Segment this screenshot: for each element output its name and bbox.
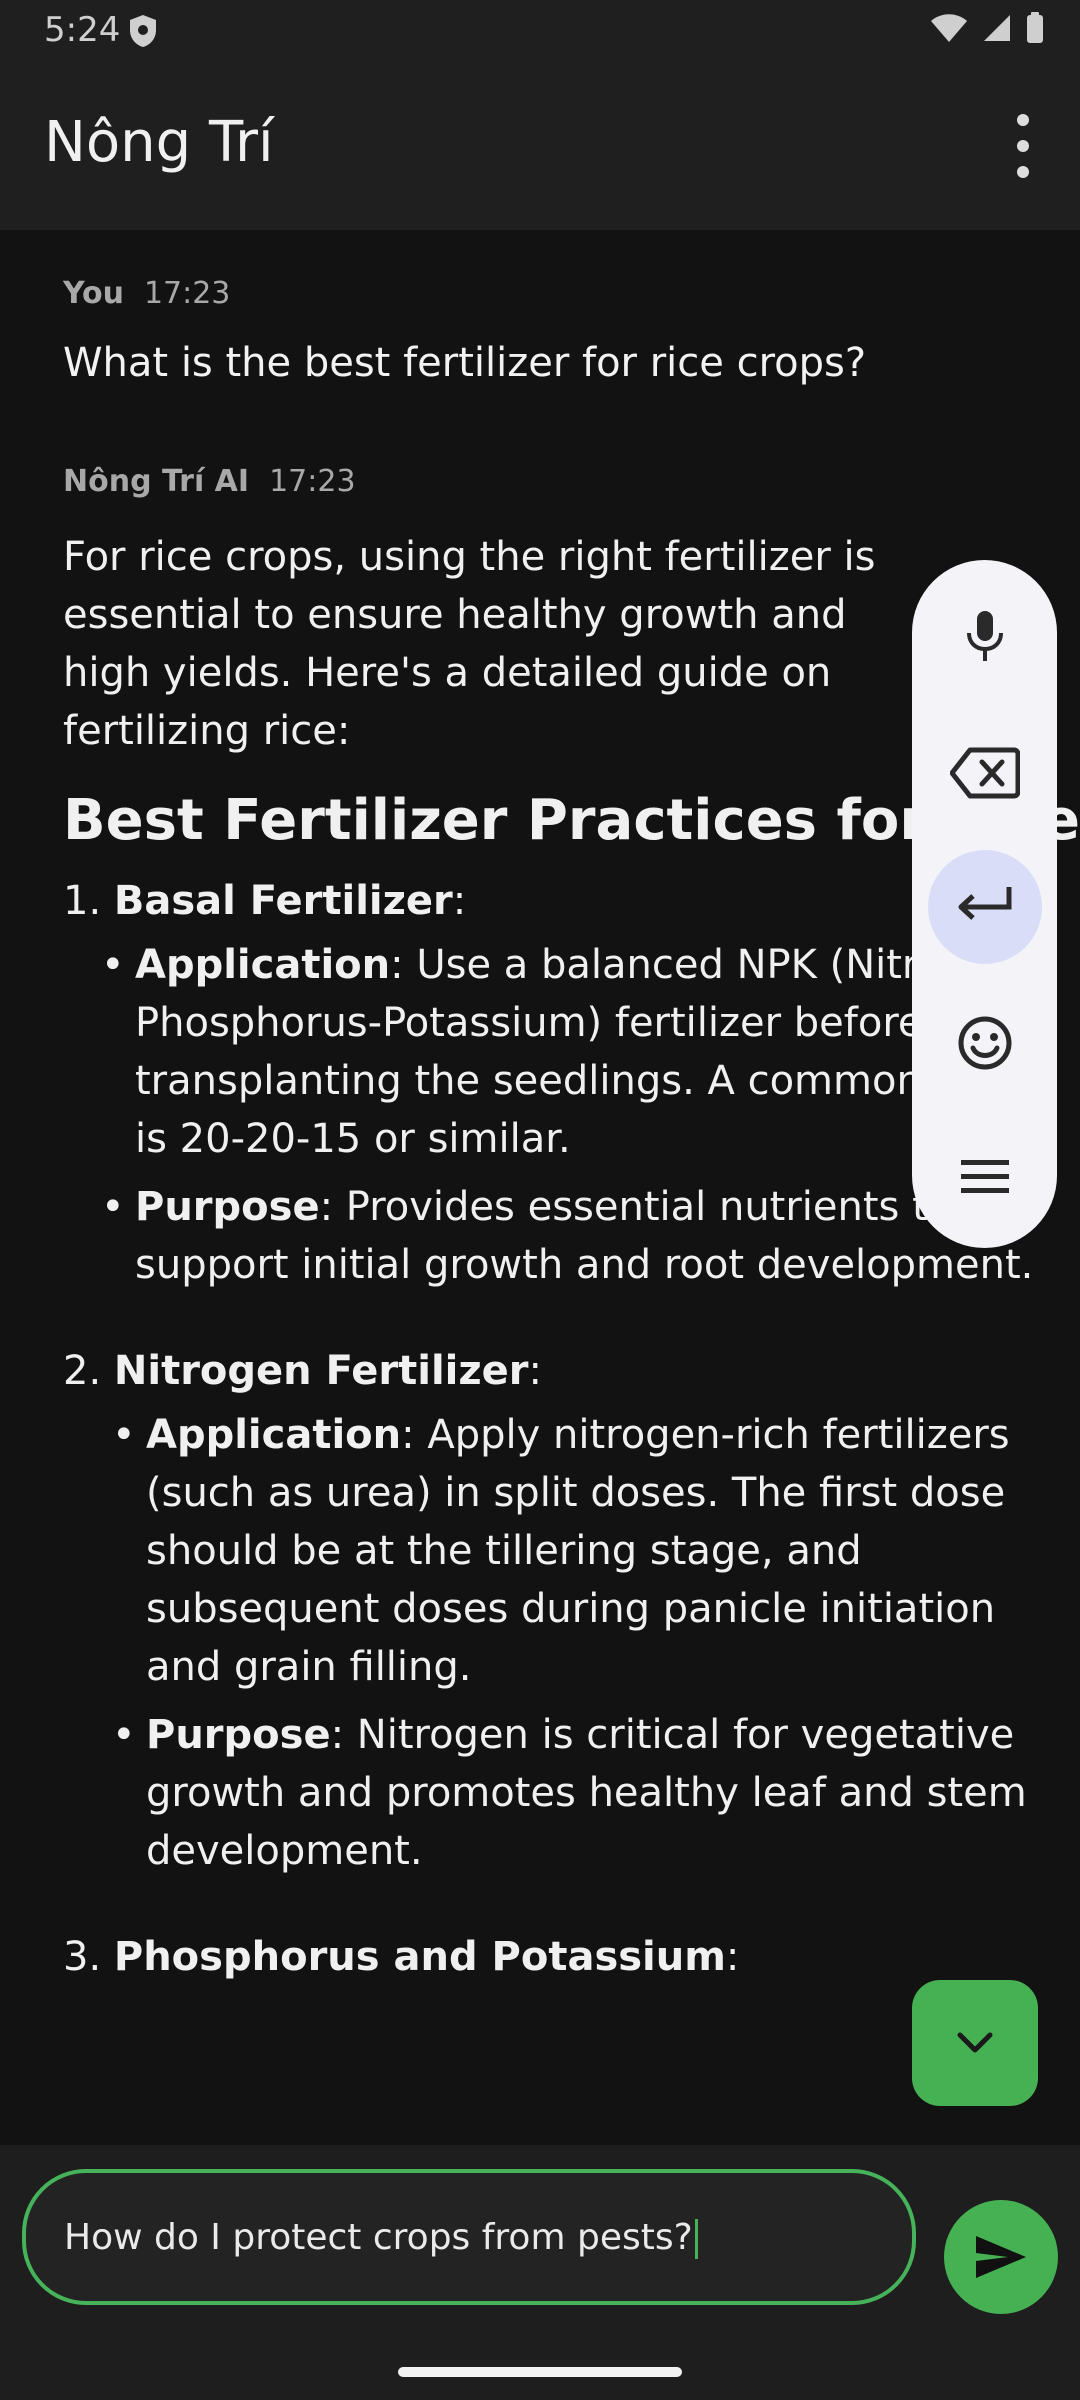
status-icons [930, 12, 1044, 44]
keyboard-toolbar [912, 560, 1057, 1248]
home-indicator[interactable] [398, 2367, 682, 2377]
composer: How do I protect crops from pests? [0, 2145, 1080, 2400]
scroll-to-bottom-button[interactable] [912, 1980, 1038, 2106]
text-caret [694, 2219, 698, 2259]
enter-button[interactable] [928, 850, 1042, 964]
more-options-icon[interactable] [1006, 114, 1040, 178]
user-message-header: You 17:23 [63, 276, 230, 311]
chevron-down-icon [957, 2032, 993, 2053]
shield-icon [130, 15, 156, 47]
message-time: 17:23 [269, 464, 356, 499]
ai-message-header: Nông Trí AI 17:23 [63, 464, 356, 499]
section-title: Basal Fertilizer [113, 878, 453, 924]
status-bar: 5:24 [0, 0, 1080, 60]
message-input-text[interactable]: How do I protect crops from pests? [64, 2217, 698, 2259]
numbered-item: 3. Phosphorus and Potassium: [63, 1934, 740, 1980]
microphone-button[interactable] [928, 580, 1042, 694]
message-sender: Nông Trí AI [63, 464, 250, 499]
enter-icon [958, 887, 1012, 920]
message-sender: You [63, 276, 124, 311]
backspace-icon [950, 747, 1020, 799]
signal-icon [984, 15, 1010, 41]
microphone-icon [967, 611, 1003, 661]
status-time: 5:24 [44, 10, 121, 50]
send-button[interactable] [944, 2200, 1058, 2314]
bullet-item: Application: Apply nitrogen-rich fertili… [112, 1406, 1066, 1696]
section-title: Phosphorus and Potassium [113, 1934, 726, 1980]
app-title: Nông Trí [44, 110, 274, 175]
emoji-button[interactable] [928, 986, 1042, 1100]
menu-icon [961, 1160, 1009, 1193]
wifi-icon [931, 14, 967, 42]
keyboard-menu-button[interactable] [928, 1120, 1042, 1234]
message-input[interactable]: How do I protect crops from pests? [22, 2169, 916, 2305]
app-bar: Nông Trí [0, 60, 1080, 230]
backspace-button[interactable] [928, 716, 1042, 830]
send-icon [976, 2236, 1026, 2278]
numbered-item: 2. Nitrogen Fertilizer: Application: App… [63, 1342, 1063, 1880]
emoji-icon [958, 1016, 1012, 1070]
user-message-text: What is the best fertilizer for rice cro… [63, 340, 867, 386]
battery-icon [1027, 12, 1043, 43]
section-title: Nitrogen Fertilizer [113, 1348, 529, 1394]
bullet-item: Purpose: Nitrogen is critical for vegeta… [112, 1706, 1066, 1880]
ai-intro: For rice crops, using the right fertiliz… [63, 534, 876, 754]
message-time: 17:23 [143, 276, 231, 311]
